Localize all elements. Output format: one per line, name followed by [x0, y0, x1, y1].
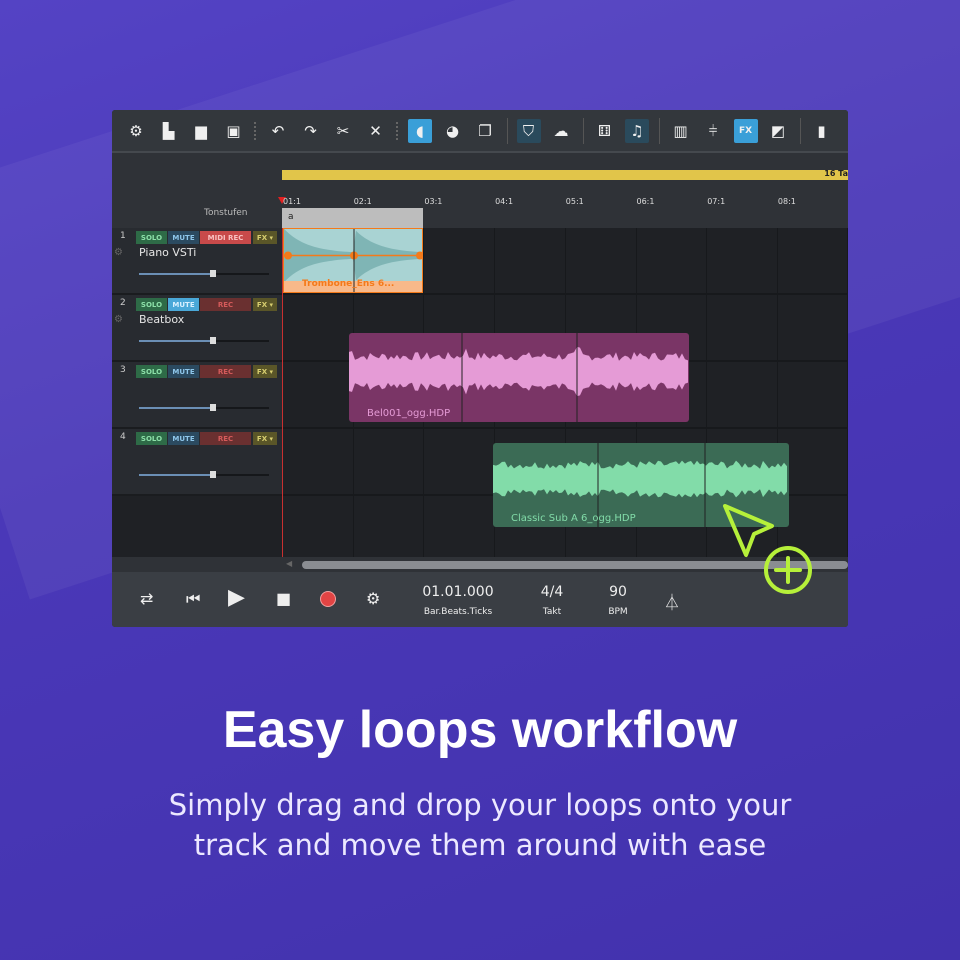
solo-button[interactable]: SOLO	[136, 298, 167, 311]
clip-name: Bel001_ogg.HDP	[367, 408, 450, 419]
stop-icon[interactable]: ■	[276, 589, 291, 608]
audio-wave-icon[interactable]: ◖	[408, 119, 432, 143]
position-display[interactable]: 01.01.000	[412, 584, 504, 600]
knob-icon[interactable]: ◕	[441, 119, 465, 143]
ruler-tick: 04:1	[495, 197, 513, 206]
record-button[interactable]: REC	[200, 432, 251, 445]
fx-icon[interactable]: FX	[734, 119, 758, 143]
track-settings-icon[interactable]: ⚙	[114, 247, 123, 258]
track-number: 2	[120, 298, 126, 308]
solo-button[interactable]: SOLO	[136, 432, 167, 445]
ruler-tick: 01:1	[283, 197, 301, 206]
solo-button[interactable]: SOLO	[136, 365, 167, 378]
track-header[interactable]: 2 SOLO MUTE REC FX ▾ ⚙ Beatbox	[112, 295, 282, 362]
subtitle-line: track and move them around with ease	[0, 825, 960, 865]
loop-icon[interactable]: ⇄	[140, 589, 153, 608]
clip-name: Classic Sub A 6_ogg.HDP	[511, 513, 636, 524]
chord-block[interactable]: a	[282, 208, 423, 228]
ruler-tick: 07:1	[707, 197, 725, 206]
subtitle-line: Simply drag and drop your loops onto you…	[0, 785, 960, 825]
volume-slider[interactable]	[139, 407, 269, 409]
music-note-icon[interactable]: ♫	[625, 119, 649, 143]
solo-button[interactable]: SOLO	[136, 231, 167, 244]
track-header[interactable]: 4 SOLO MUTE REC FX ▾	[112, 429, 282, 496]
undo-icon[interactable]: ↶	[266, 119, 290, 143]
volume-slider[interactable]	[139, 273, 269, 275]
gear-icon[interactable]: ⚙	[124, 119, 148, 143]
track-name[interactable]: Piano VSTi	[139, 246, 196, 259]
fx-button[interactable]: FX ▾	[253, 432, 277, 445]
fx-button[interactable]: FX ▾	[253, 298, 277, 311]
scroll-left-icon[interactable]: ◀	[286, 559, 292, 568]
headline: Easy loops workflow	[0, 700, 960, 760]
meter-display[interactable]: 4/4	[532, 584, 572, 600]
toolbar-grip	[254, 122, 258, 140]
volume-slider[interactable]	[139, 340, 269, 342]
subtitle: Simply drag and drop your loops onto you…	[0, 785, 960, 865]
mute-button[interactable]: MUTE	[168, 365, 199, 378]
audio-clip[interactable]: Bel001_ogg.HDP	[349, 333, 689, 422]
cloud-download-icon[interactable]: ☁	[549, 119, 573, 143]
track-header[interactable]: 1 SOLO MUTE MIDI REC FX ▾ ⚙ Piano VSTi	[112, 228, 282, 295]
cut-icon[interactable]: ✂	[331, 119, 355, 143]
mute-button[interactable]: MUTE	[168, 231, 199, 244]
bar-line	[847, 228, 848, 557]
toolbar: ⚙ ▙ ▆ ▣ ↶ ↷ ✂ ✕ ◖ ◕ ❐ ⛉ ☁ ⚅ ♫ ▥ ⫩ FX ◩ ▮	[112, 110, 848, 153]
toolbar-grip	[396, 122, 400, 140]
settings-gear-icon[interactable]: ⚙	[366, 589, 380, 608]
copy-icon[interactable]: ❐	[473, 119, 497, 143]
track-number: 3	[120, 365, 126, 375]
position-label: Bar.Beats.Ticks	[412, 607, 504, 617]
skip-back-icon[interactable]: ⏮	[186, 589, 200, 609]
ruler-tick: 05:1	[566, 197, 584, 206]
record-button[interactable]: REC	[200, 298, 251, 311]
play-icon[interactable]: ▶	[228, 585, 245, 610]
redo-icon[interactable]: ↷	[299, 119, 323, 143]
record-icon[interactable]	[320, 591, 336, 607]
mixer-icon[interactable]: ⫩	[701, 119, 725, 143]
track-name[interactable]: Beatbox	[139, 313, 184, 326]
bpm-label: BPM	[598, 607, 638, 617]
new-file-icon[interactable]: ▙	[157, 119, 181, 143]
record-button[interactable]: REC	[200, 365, 251, 378]
timeline-ruler[interactable]: 16 Ta 01:1 02:1 03:1 04:1 05:1 06:1 07:1 08:1 T…	[112, 153, 848, 228]
meter-icon[interactable]: ▮	[810, 119, 834, 143]
dice-icon[interactable]: ⚅	[593, 119, 617, 143]
delete-icon[interactable]: ✕	[364, 119, 388, 143]
range-label: 16 Ta	[824, 169, 848, 178]
volume-slider[interactable]	[139, 474, 269, 476]
audio-clip[interactable]: Trombone_Ens 6...	[283, 228, 423, 293]
ruler-tick: 03:1	[424, 197, 442, 206]
palette-icon[interactable]: ◩	[766, 119, 790, 143]
drag-add-cursor-icon	[722, 500, 822, 600]
bpm-display[interactable]: 90	[598, 584, 638, 600]
fx-button[interactable]: FX ▾	[253, 231, 277, 244]
record-button[interactable]: MIDI REC	[200, 231, 251, 244]
metronome-icon[interactable]: ⏃	[664, 589, 680, 613]
track-header[interactable]: 3 SOLO MUTE REC FX ▾	[112, 362, 282, 429]
chord-track-label: Tonstufen	[204, 208, 248, 218]
mute-button[interactable]: MUTE	[168, 432, 199, 445]
ruler-tick: 02:1	[354, 197, 372, 206]
divider	[800, 118, 801, 144]
shop-bag-icon[interactable]: ⛉	[517, 119, 541, 143]
ruler-tick: 06:1	[637, 197, 655, 206]
clip-name: Trombone_Ens 6...	[302, 279, 394, 289]
track-number: 1	[120, 231, 126, 241]
divider	[659, 118, 660, 144]
loop-range-bar[interactable]: 16 Ta	[282, 170, 848, 180]
open-folder-icon[interactable]: ▆	[189, 119, 213, 143]
meter-label: Takt	[532, 607, 572, 617]
piano-icon[interactable]: ▥	[669, 119, 693, 143]
divider	[507, 118, 508, 144]
divider	[583, 118, 584, 144]
track-number: 4	[120, 432, 126, 442]
save-icon[interactable]: ▣	[222, 119, 246, 143]
track-settings-icon[interactable]: ⚙	[114, 314, 123, 325]
fx-button[interactable]: FX ▾	[253, 365, 277, 378]
mute-button[interactable]: MUTE	[168, 298, 199, 311]
ruler-tick: 08:1	[778, 197, 796, 206]
